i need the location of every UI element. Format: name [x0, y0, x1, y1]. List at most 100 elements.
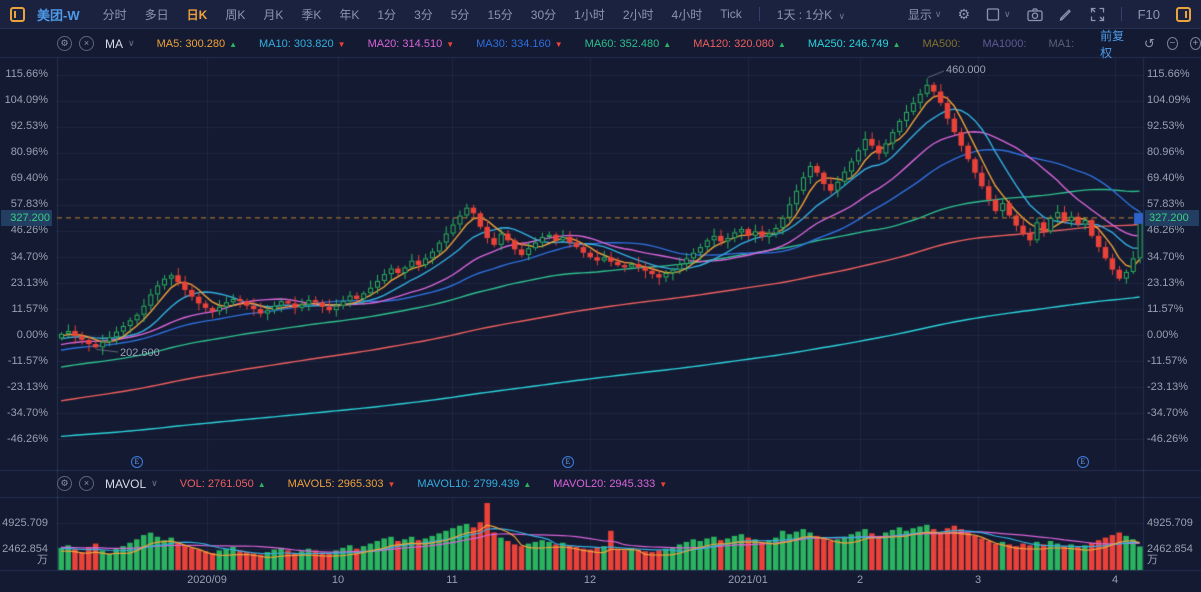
mavol-value: 2945.333	[609, 478, 655, 490]
indicator-close-icon[interactable]: ×	[79, 476, 94, 491]
y-axis-label-right: 23.13%	[1147, 277, 1199, 290]
down-arrow-icon: ▼	[659, 480, 667, 489]
x-axis-date-label: 2	[857, 574, 863, 586]
zoom-out-icon[interactable]: −	[1167, 37, 1178, 50]
mavol-label: MAVOL10:	[417, 478, 473, 490]
indicator-settings-gear-icon[interactable]: ⚙	[57, 36, 72, 51]
ma-item-4[interactable]: MA60: 352.480▲	[585, 38, 672, 50]
y-axis-label-right: 11.57%	[1147, 303, 1199, 316]
y-axis-label-left: 80.96%	[0, 146, 48, 159]
mavol-label: MAVOL5:	[288, 478, 338, 490]
period-tab-1[interactable]: 多日	[145, 6, 169, 23]
y-axis-label-left: 115.66%	[0, 68, 48, 81]
volume-unit-label-right: 万	[1147, 554, 1199, 567]
period-tab-4[interactable]: 月K	[263, 6, 283, 23]
ma-item-1[interactable]: MA10: 303.820▼	[259, 38, 346, 50]
screenshot-camera-icon[interactable]	[1027, 7, 1043, 22]
period-tab-9[interactable]: 5分	[451, 6, 470, 23]
right-panel-toggle-icon[interactable]	[1176, 7, 1191, 22]
y-axis-label-right: 92.53%	[1147, 120, 1199, 133]
down-arrow-icon: ▼	[387, 480, 395, 489]
chevron-down-icon[interactable]: ∨	[128, 38, 135, 49]
undo-icon[interactable]: ↺	[1144, 36, 1155, 52]
y-axis-label-right: -23.13%	[1147, 381, 1199, 394]
ma-item-9[interactable]: MA1:	[1048, 38, 1074, 50]
ma-value: 300.280	[185, 38, 225, 50]
period-tab-0[interactable]: 分时	[103, 6, 127, 23]
period-tab-14[interactable]: 4小时	[672, 6, 703, 23]
display-menu-button[interactable]: 显示 ∨	[908, 6, 942, 23]
x-axis-date-label: 11	[446, 574, 457, 586]
up-arrow-icon: ▲	[778, 40, 786, 49]
ma-value: 246.749	[849, 38, 889, 50]
f10-info-button[interactable]: F10	[1138, 7, 1160, 22]
period-tab-8[interactable]: 3分	[414, 6, 433, 23]
period-tab-5[interactable]: 季K	[301, 6, 321, 23]
mavol-value: 2965.303	[338, 478, 384, 490]
period-tab-11[interactable]: 30分	[531, 6, 556, 23]
layout-selector-icon[interactable]: ∨	[986, 7, 1011, 22]
fullscreen-expand-icon[interactable]	[1090, 7, 1105, 22]
period-tab-7[interactable]: 1分	[377, 6, 396, 23]
y-axis-label-right: 0.00%	[1147, 329, 1199, 342]
ma-label: MA1:	[1048, 38, 1074, 50]
up-arrow-icon: ▲	[893, 40, 901, 49]
ma-item-5[interactable]: MA120: 320.080 ▲	[693, 38, 786, 50]
volume-indicator-bar: ⚙ × MAVOL ∨ VOL: 2761.050▲ MAVOL5: 2965.3…	[0, 470, 1201, 497]
indicator-group-label[interactable]: MAVOL	[105, 477, 146, 491]
y-axis-label-left: -23.13%	[0, 381, 48, 394]
adjust-mode-button[interactable]: 前复权	[1100, 27, 1130, 61]
period-tab-6[interactable]: 年K	[339, 6, 359, 23]
y-axis-label-left: -46.26%	[0, 433, 48, 446]
top-toolbar: 美团-W 分时 多日 日K 周K 月K 季K 年K 1分 3分 5分 15分 30分 1小时 2小时 4小时…	[0, 0, 1201, 29]
display-menu-label: 显示	[908, 6, 932, 23]
ma-item-0[interactable]: MA5: 300.280▲	[157, 38, 237, 50]
y-axis-label-right: 69.40%	[1147, 172, 1199, 185]
mavol-item-0[interactable]: VOL: 2761.050▲	[180, 478, 266, 490]
candlestick-chart-canvas[interactable]	[0, 0, 1201, 592]
mavol-item-3[interactable]: MAVOL20: 2945.333▼	[553, 478, 667, 490]
mavol-item-2[interactable]: MAVOL10: 2799.439▲	[417, 478, 531, 490]
y-axis-label-left: 104.09%	[0, 94, 48, 107]
left-panel-toggle-icon[interactable]	[10, 7, 25, 22]
y-axis-label-right: -11.57%	[1147, 355, 1199, 368]
volume-unit-label-left: 万	[0, 554, 48, 567]
indicator-group-label[interactable]: MA	[105, 37, 123, 51]
ma-item-2[interactable]: MA20: 314.510▼	[368, 38, 455, 50]
period-tab-13[interactable]: 2小时	[623, 6, 654, 23]
ma-item-8[interactable]: MA1000:	[982, 38, 1026, 50]
stock-title[interactable]: 美团-W	[37, 5, 80, 24]
compound-period-selector[interactable]: 1天 : 1分K ∨	[777, 6, 845, 23]
y-axis-label-left: 69.40%	[0, 172, 48, 185]
draw-pencil-icon[interactable]	[1059, 7, 1074, 22]
mavol-item-1[interactable]: MAVOL5: 2965.303▼	[288, 478, 396, 490]
ma-item-3[interactable]: MA30: 334.160▼	[476, 38, 563, 50]
trading-app-window: 美团-W 分时 多日 日K 周K 月K 季K 年K 1分 3分 5分 15分 30分 1小时 2小时 4小时…	[0, 0, 1201, 592]
y-axis-label-right: 115.66%	[1147, 68, 1199, 81]
x-axis-date-label: 3	[975, 574, 981, 586]
period-tab-15[interactable]: Tick	[720, 7, 742, 21]
ma-value: 303.820	[294, 38, 334, 50]
period-tab-3[interactable]: 周K	[225, 6, 245, 23]
ma-item-7[interactable]: MA500:	[923, 38, 961, 50]
ma-value: 320.080	[734, 38, 774, 50]
indicator-close-icon[interactable]: ×	[79, 36, 94, 51]
x-axis-date-label: 4	[1112, 574, 1118, 586]
indicator-settings-gear-icon[interactable]: ⚙	[57, 476, 72, 491]
ma-label: MA500:	[923, 38, 961, 50]
ma-label: MA120:	[693, 38, 734, 50]
period-tab-10[interactable]: 15分	[487, 6, 512, 23]
x-axis-date-label: 10	[332, 574, 344, 586]
x-axis-date-label: 2020/09	[187, 574, 227, 586]
mavol-label: VOL:	[180, 478, 208, 490]
toolbar-right-group: 显示 ∨ ⚙ ∨ F10	[900, 6, 1191, 23]
down-arrow-icon: ▼	[555, 40, 563, 49]
settings-gear-icon[interactable]: ⚙	[957, 6, 970, 23]
ma-item-6[interactable]: MA250: 246.749▲	[808, 38, 901, 50]
volume-axis-label-right: 4925.709	[1147, 517, 1199, 530]
x-axis-date-label: 12	[584, 574, 596, 586]
zoom-in-icon[interactable]: +	[1190, 37, 1201, 50]
period-tab-2[interactable]: 日K	[187, 6, 208, 23]
chevron-down-icon[interactable]: ∨	[151, 478, 158, 489]
period-tab-12[interactable]: 1小时	[574, 6, 605, 23]
